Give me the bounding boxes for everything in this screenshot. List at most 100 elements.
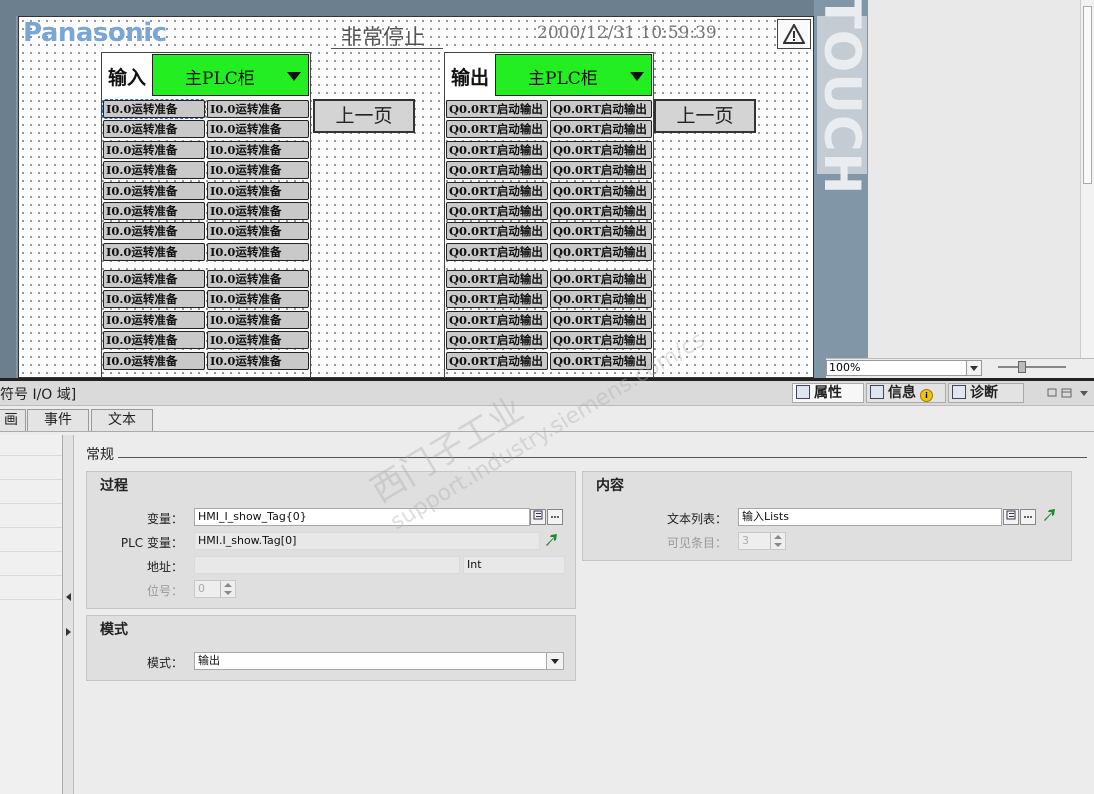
list-item[interactable] bbox=[0, 551, 62, 552]
output-io-field[interactable]: Q0.0RT启动输出 bbox=[550, 290, 652, 308]
zoom-select[interactable]: 100% bbox=[826, 360, 982, 376]
output-io-field[interactable]: Q0.0RT启动输出 bbox=[550, 100, 652, 118]
zoom-slider[interactable] bbox=[998, 361, 1066, 373]
input-io-field[interactable]: I0.0运转准备 bbox=[207, 120, 309, 138]
input-io-field[interactable]: I0.0运转准备 bbox=[103, 222, 205, 240]
tab-info[interactable]: 信息 i bbox=[866, 383, 946, 403]
expand-right-icon[interactable] bbox=[66, 628, 71, 636]
output-prev-page-button[interactable]: 上一页 bbox=[654, 99, 756, 133]
output-cabinet-selector[interactable]: 主PLC柜 bbox=[495, 54, 652, 96]
output-io-field[interactable]: Q0.0RT启动输出 bbox=[446, 141, 548, 159]
output-label: 输出 bbox=[451, 67, 490, 89]
input-io-field[interactable]: I0.0运转准备 bbox=[207, 222, 309, 240]
output-io-field[interactable]: Q0.0RT启动输出 bbox=[550, 311, 652, 329]
input-io-field[interactable]: I0.0运转准备 bbox=[103, 243, 205, 261]
input-io-field[interactable]: I0.0运转准备 bbox=[103, 311, 205, 329]
output-io-field[interactable]: Q0.0RT启动输出 bbox=[446, 202, 548, 220]
zoom-slider-knob[interactable] bbox=[1018, 361, 1026, 373]
input-io-field[interactable]: I0.0运转准备 bbox=[207, 100, 309, 118]
alarm-button[interactable] bbox=[777, 19, 811, 49]
textlist-browse-button[interactable] bbox=[1020, 509, 1036, 525]
hmi-screen[interactable]: Panasonic 非常停止 2000/12/31 10:59:39 输入 主P… bbox=[18, 16, 814, 378]
output-io-field[interactable]: Q0.0RT启动输出 bbox=[550, 270, 652, 288]
list-item[interactable] bbox=[0, 455, 62, 456]
input-io-field[interactable]: I0.0运转准备 bbox=[103, 290, 205, 308]
spin-arrows-icon[interactable] bbox=[220, 581, 235, 597]
go-to-textlist-icon[interactable] bbox=[1041, 507, 1057, 523]
go-to-tag-icon[interactable] bbox=[543, 532, 559, 548]
input-io-field[interactable]: I0.0运转准备 bbox=[207, 202, 309, 220]
output-io-field[interactable]: Q0.0RT启动输出 bbox=[550, 222, 652, 240]
input-io-field[interactable]: I0.0运转准备 bbox=[207, 311, 309, 329]
tag-browse-button[interactable] bbox=[547, 509, 563, 525]
input-io-field[interactable]: I0.0运转准备 bbox=[103, 161, 205, 179]
input-io-field[interactable]: I0.0运转准备 bbox=[103, 352, 205, 370]
output-io-field[interactable]: Q0.0RT启动输出 bbox=[446, 270, 548, 288]
output-io-field[interactable]: Q0.0RT启动输出 bbox=[550, 331, 652, 349]
screen-editor[interactable]: Panasonic 非常停止 2000/12/31 10:59:39 输入 主P… bbox=[0, 0, 1094, 378]
output-io-field[interactable]: Q0.0RT启动输出 bbox=[550, 141, 652, 159]
textlist-input[interactable]: 输入Lists bbox=[738, 508, 1002, 526]
output-io-field[interactable]: Q0.0RT启动输出 bbox=[446, 290, 548, 308]
input-io-field[interactable]: I0.0运转准备 bbox=[207, 352, 309, 370]
output-io-field[interactable]: Q0.0RT启动输出 bbox=[550, 352, 652, 370]
output-io-field[interactable]: Q0.0RT启动输出 bbox=[446, 352, 548, 370]
list-item[interactable] bbox=[0, 527, 62, 528]
output-io-field[interactable]: Q0.0RT启动输出 bbox=[550, 243, 652, 261]
output-io-field[interactable]: Q0.0RT启动输出 bbox=[550, 120, 652, 138]
input-io-field[interactable]: I0.0运转准备 bbox=[207, 270, 309, 288]
tag-input[interactable]: HMI_I_show_Tag{0} bbox=[194, 508, 530, 526]
input-io-field[interactable]: I0.0运转准备 bbox=[103, 141, 205, 159]
input-cabinet-selector[interactable]: 主PLC柜 bbox=[152, 54, 309, 96]
output-io-field[interactable]: Q0.0RT启动输出 bbox=[446, 182, 548, 200]
bit-stepper[interactable]: 0 bbox=[194, 580, 236, 598]
output-io-field[interactable]: Q0.0RT启动输出 bbox=[446, 222, 548, 240]
scrollbar-thumb[interactable] bbox=[1083, 6, 1092, 184]
output-io-field[interactable]: Q0.0RT启动输出 bbox=[446, 100, 548, 118]
spin-arrows-icon[interactable] bbox=[770, 533, 785, 549]
window-controls[interactable] bbox=[1046, 386, 1092, 400]
mode-select[interactable]: 输出 bbox=[194, 652, 564, 670]
process-group-title: 过程 bbox=[100, 478, 128, 494]
input-io-field[interactable]: I0.0运转准备 bbox=[207, 290, 309, 308]
list-item[interactable] bbox=[0, 599, 62, 600]
input-io-field[interactable]: I0.0运转准备 bbox=[207, 243, 309, 261]
property-nav-list[interactable] bbox=[0, 435, 62, 794]
date-time-field[interactable]: 2000/12/31 10:59:39 bbox=[537, 23, 717, 43]
nav-splitter[interactable] bbox=[62, 435, 74, 794]
tag-list-button[interactable] bbox=[530, 509, 546, 525]
input-io-field[interactable]: I0.0运转准备 bbox=[207, 141, 309, 159]
tab-appearance[interactable]: 画 bbox=[0, 409, 26, 431]
editor-vertical-scrollbar[interactable] bbox=[1080, 0, 1094, 358]
tab-events[interactable]: 事件 bbox=[27, 409, 89, 431]
input-io-field[interactable]: I0.0运转准备 bbox=[207, 161, 309, 179]
input-io-field[interactable]: I0.0运转准备 bbox=[103, 331, 205, 349]
input-io-field[interactable]: I0.0运转准备 bbox=[103, 202, 205, 220]
visible-entries-stepper[interactable]: 3 bbox=[738, 532, 786, 550]
list-item[interactable] bbox=[0, 503, 62, 504]
collapse-left-icon[interactable] bbox=[66, 593, 71, 601]
output-io-field[interactable]: Q0.0RT启动输出 bbox=[550, 202, 652, 220]
content-group: 内容 文本列表： 输入Lists 可见条目： 3 bbox=[582, 471, 1072, 561]
input-io-field[interactable]: I0.0运转准备 bbox=[103, 270, 205, 288]
input-io-field[interactable]: I0.0运转准备 bbox=[207, 182, 309, 200]
list-item[interactable] bbox=[0, 575, 62, 576]
output-io-field[interactable]: Q0.0RT启动输出 bbox=[446, 120, 548, 138]
output-io-field[interactable]: Q0.0RT启动输出 bbox=[550, 161, 652, 179]
textlist-list-button[interactable] bbox=[1003, 509, 1019, 525]
input-io-field[interactable]: I0.0运转准备 bbox=[103, 182, 205, 200]
input-io-field[interactable]: I0.0运转准备 bbox=[207, 331, 309, 349]
emergency-stop-title[interactable]: 非常停止 bbox=[341, 21, 425, 51]
tab-text[interactable]: 文本 bbox=[91, 409, 153, 431]
output-io-field[interactable]: Q0.0RT启动输出 bbox=[446, 161, 548, 179]
output-io-field[interactable]: Q0.0RT启动输出 bbox=[550, 182, 652, 200]
tab-properties[interactable]: 属性 bbox=[792, 383, 864, 403]
input-prev-page-button[interactable]: 上一页 bbox=[313, 99, 415, 133]
input-io-field[interactable]: I0.0运转准备 bbox=[103, 120, 205, 138]
output-io-field[interactable]: Q0.0RT启动输出 bbox=[446, 331, 548, 349]
input-io-field[interactable]: I0.0运转准备 bbox=[102, 99, 206, 119]
list-item[interactable] bbox=[0, 479, 62, 480]
tab-diagnostics[interactable]: 诊断 bbox=[948, 383, 1024, 403]
output-io-field[interactable]: Q0.0RT启动输出 bbox=[446, 243, 548, 261]
output-io-field[interactable]: Q0.0RT启动输出 bbox=[446, 311, 548, 329]
